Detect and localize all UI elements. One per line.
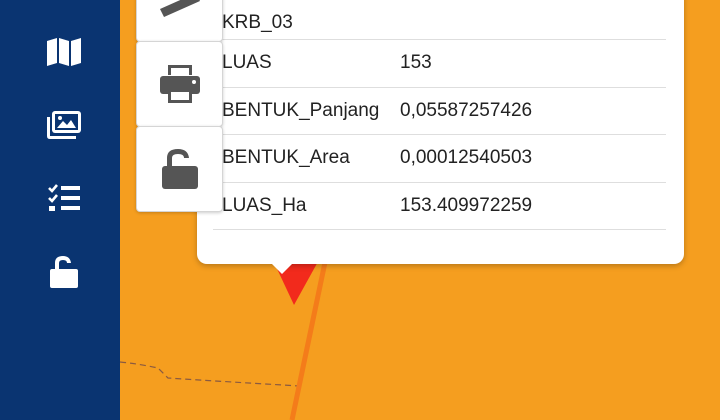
popup-pointer (264, 256, 300, 274)
attribute-key: BENTUK_Area (222, 147, 350, 169)
edit-button[interactable] (136, 0, 223, 42)
sidebar-gallery-button[interactable] (38, 101, 90, 149)
attribute-key: KRB_03 (222, 12, 293, 34)
table-row: BENTUK_Area 0,00012540503 (213, 135, 666, 183)
boundary-line (120, 361, 301, 387)
sidebar-unlock-button[interactable] (38, 248, 90, 296)
table-row: KRB_03 (213, 0, 666, 40)
attribute-table: KRB_03 LUAS 153 BENTUK_Panjang 0,0558725… (213, 0, 666, 230)
attribute-key: BENTUK_Panjang (222, 99, 380, 121)
unlock-icon (161, 149, 198, 189)
table-row: LUAS_Ha 153.409972259 (213, 183, 666, 230)
unlock-icon (50, 256, 78, 288)
print-icon (159, 65, 200, 103)
gallery-icon (47, 111, 81, 139)
attribute-value: 0,00012540503 (400, 147, 533, 169)
attribute-key: LUAS_Ha (222, 194, 307, 216)
map-icon (47, 38, 81, 66)
attribute-value: 0,05587257426 (400, 99, 533, 121)
table-row: LUAS 153 (213, 40, 666, 88)
sidebar-checklist-button[interactable] (38, 174, 90, 222)
attribute-value: 153.409972259 (400, 194, 533, 216)
attribute-key: LUAS (222, 52, 272, 74)
edit-icon (159, 0, 200, 17)
checklist-icon (48, 184, 80, 211)
print-button[interactable] (136, 41, 223, 127)
table-row: BENTUK_Panjang 0,05587257426 (213, 88, 666, 135)
unlock-button[interactable] (136, 126, 223, 212)
attribute-value: 153 (400, 52, 432, 74)
sidebar-map-button[interactable] (38, 28, 90, 76)
sidebar (0, 0, 120, 420)
